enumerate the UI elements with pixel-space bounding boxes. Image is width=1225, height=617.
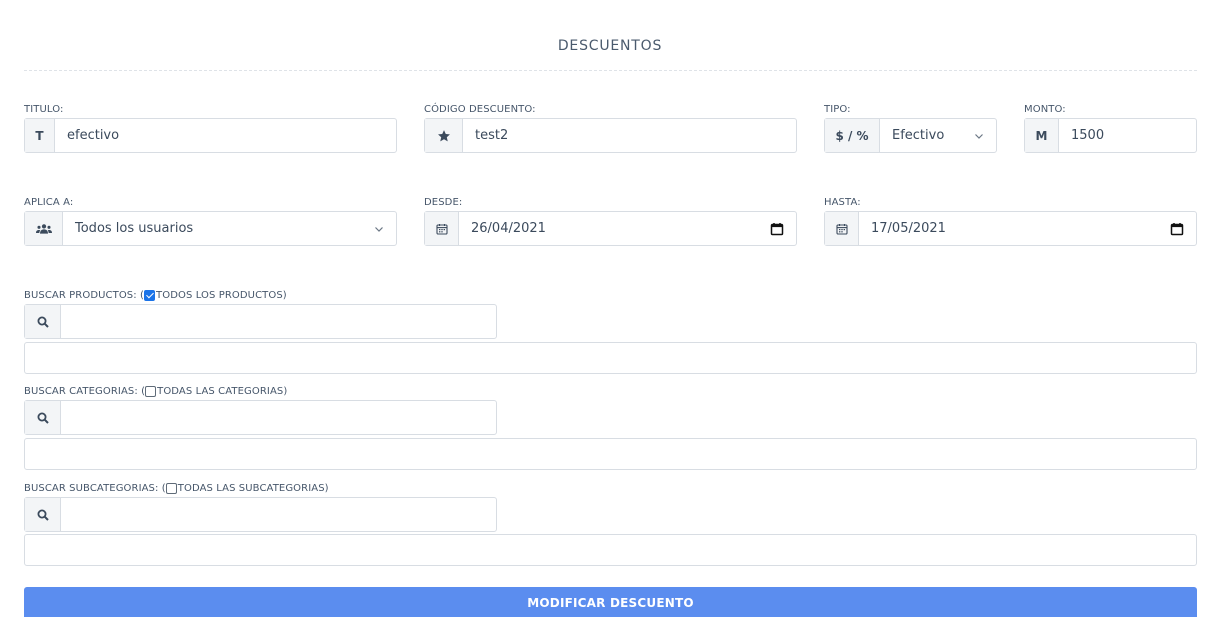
desde-date-input[interactable]: 26/04/2021 bbox=[459, 212, 796, 245]
hasta-label: HASTA: bbox=[824, 197, 861, 208]
buscar-subcategorias-prefix: BUSCAR SUBCATEGORIAS: ( bbox=[24, 483, 166, 494]
tipo-value: Efectivo bbox=[892, 128, 945, 143]
todas-subcategorias-checkbox[interactable] bbox=[165, 483, 177, 494]
codigo-input-group: test2 bbox=[424, 118, 797, 153]
buscar-subcategorias-group bbox=[24, 497, 497, 532]
calendar-picker-icon[interactable] bbox=[770, 222, 784, 236]
todos-productos-label: TODOS LOS PRODUCTOS) bbox=[156, 290, 287, 301]
buscar-categorias-label: BUSCAR CATEGORIAS: ( TODAS LAS CATEGORIA… bbox=[24, 386, 287, 397]
todas-subcategorias-label: TODAS LAS SUBCATEGORIAS) bbox=[177, 483, 329, 494]
titulo-label: TITULO: bbox=[24, 104, 64, 115]
monto-value: 1500 bbox=[1071, 128, 1105, 143]
star-icon bbox=[425, 119, 463, 152]
monto-input-group: M 1500 bbox=[1024, 118, 1197, 153]
todas-categorias-label: TODAS LAS CATEGORIAS) bbox=[157, 386, 288, 397]
modificar-descuento-button[interactable]: MODIFICAR DESCUENTO bbox=[24, 587, 1197, 617]
categorias-selection-box[interactable] bbox=[24, 438, 1197, 470]
calendar-icon bbox=[425, 212, 459, 245]
buscar-subcategorias-input[interactable] bbox=[61, 498, 496, 531]
monto-addon: M bbox=[1025, 119, 1059, 152]
desde-input-group: 26/04/2021 bbox=[424, 211, 797, 246]
aplica-label: APLICA A: bbox=[24, 197, 74, 208]
hasta-date-input[interactable]: 17/05/2021 bbox=[859, 212, 1196, 245]
titulo-value: efectivo bbox=[67, 128, 120, 143]
codigo-value: test2 bbox=[475, 128, 509, 143]
aplica-select[interactable]: Todos los usuarios bbox=[63, 212, 396, 245]
monto-input[interactable]: 1500 bbox=[1059, 119, 1196, 152]
search-icon bbox=[25, 401, 61, 434]
subcategorias-selection-box[interactable] bbox=[24, 534, 1197, 566]
page-title: DESCUENTOS bbox=[557, 38, 663, 54]
desde-value: 26/04/2021 bbox=[471, 221, 546, 236]
buscar-productos-prefix: BUSCAR PRODUCTOS: ( bbox=[24, 290, 145, 301]
calendar-icon bbox=[825, 212, 859, 245]
tipo-select[interactable]: Efectivo bbox=[880, 119, 996, 152]
desde-label: DESDE: bbox=[424, 197, 463, 208]
buscar-productos-group bbox=[24, 304, 497, 339]
hasta-value: 17/05/2021 bbox=[871, 221, 946, 236]
aplica-value: Todos los usuarios bbox=[75, 221, 194, 236]
productos-selection-box[interactable] bbox=[24, 342, 1197, 374]
monto-label: MONTO: bbox=[1024, 104, 1066, 115]
buscar-categorias-prefix: BUSCAR CATEGORIAS: ( bbox=[24, 386, 146, 397]
chevron-down-icon bbox=[375, 226, 383, 232]
codigo-label: CÓDIGO DESCUENTO: bbox=[424, 104, 536, 115]
search-icon bbox=[25, 305, 61, 338]
titulo-input-group: T efectivo bbox=[24, 118, 397, 153]
aplica-select-group: Todos los usuarios bbox=[24, 211, 397, 246]
buscar-productos-label: BUSCAR PRODUCTOS: ( TODOS LOS PRODUCTOS) bbox=[24, 290, 287, 301]
codigo-input[interactable]: test2 bbox=[463, 119, 796, 152]
buscar-categorias-group bbox=[24, 400, 497, 435]
buscar-categorias-input[interactable] bbox=[61, 401, 496, 434]
search-icon bbox=[25, 498, 61, 531]
titulo-input[interactable]: efectivo bbox=[55, 119, 396, 152]
users-icon bbox=[25, 212, 63, 245]
chevron-down-icon bbox=[975, 133, 983, 139]
tipo-addon: $ / % bbox=[825, 119, 880, 152]
todas-categorias-checkbox[interactable] bbox=[145, 386, 157, 397]
calendar-picker-icon[interactable] bbox=[1170, 222, 1184, 236]
buscar-productos-input[interactable] bbox=[61, 305, 496, 338]
todos-productos-checkbox[interactable] bbox=[144, 290, 156, 301]
tipo-label: TIPO: bbox=[824, 104, 851, 115]
buscar-subcategorias-label: BUSCAR SUBCATEGORIAS: ( TODAS LAS SUBCAT… bbox=[24, 483, 329, 494]
hasta-input-group: 17/05/2021 bbox=[824, 211, 1197, 246]
tipo-select-group: $ / % Efectivo bbox=[824, 118, 997, 153]
title-divider bbox=[24, 70, 1197, 71]
titulo-addon: T bbox=[25, 119, 55, 152]
discount-form-page: DESCUENTOS TITULO: T efectivo CÓDIGO DES… bbox=[0, 0, 1225, 617]
